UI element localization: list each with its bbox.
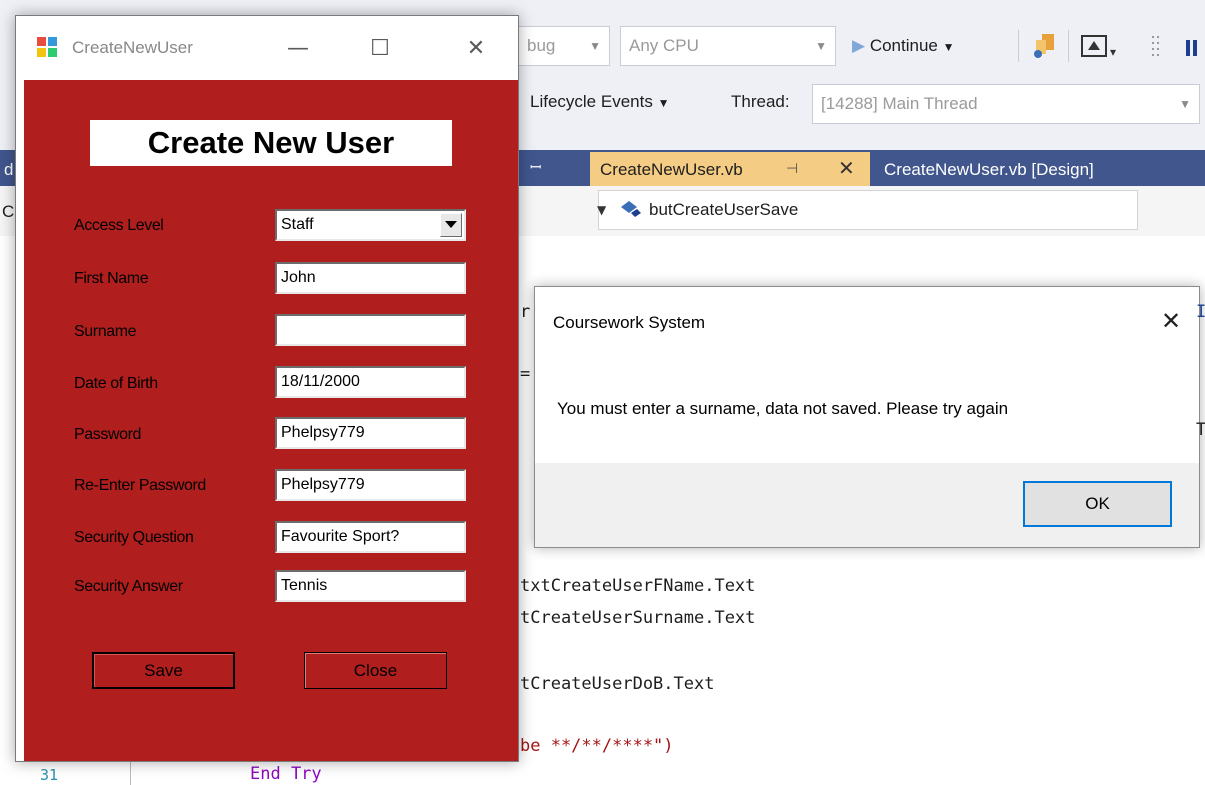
continue-label: Continue <box>869 36 938 55</box>
password-input[interactable] <box>275 417 466 449</box>
surname-input[interactable] <box>275 314 466 346</box>
surname-label: Surname <box>74 323 137 340</box>
minimize-button[interactable]: — <box>268 20 328 76</box>
message-box-close-button[interactable]: ✕ <box>1151 301 1191 341</box>
form-body: Create New User Access Level Staff First… <box>24 80 518 761</box>
code-fragment: I <box>1196 302 1205 322</box>
reenter-password-label: Re-Enter Password <box>74 477 206 494</box>
lifecycle-events-button[interactable]: Lifecycle Events ▼ <box>530 92 669 112</box>
method-icon <box>617 197 643 223</box>
close-button[interactable]: Close <box>304 652 447 689</box>
code-string-line: be **/**/****") <box>520 736 674 756</box>
access-level-select[interactable]: Staff <box>275 209 466 241</box>
code-line: txtCreateUserFName.Text <box>520 576 756 596</box>
svg-text:▾: ▾ <box>1110 45 1116 59</box>
method-name: butCreateUserSave <box>649 200 799 219</box>
security-answer-input[interactable] <box>275 570 466 602</box>
solution-config-combo[interactable]: bug ▼ <box>518 26 610 66</box>
maximize-icon: ☐ <box>370 35 390 61</box>
message-box-footer: OK <box>535 463 1199 547</box>
code-line: tCreateUserSurname.Text <box>520 608 756 628</box>
security-answer-label: Security Answer <box>74 578 183 595</box>
left-panel-fragment: C <box>2 202 15 221</box>
security-question-input[interactable] <box>275 521 466 553</box>
ok-button[interactable]: OK <box>1023 481 1172 527</box>
window-title: CreateNewUser <box>72 38 193 57</box>
code-fragment: = <box>520 364 531 384</box>
reenter-password-input[interactable] <box>275 469 466 501</box>
message-text: You must enter a surname, data not saved… <box>557 399 1009 418</box>
close-window-button[interactable]: ✕ <box>446 20 506 76</box>
close-tab-icon[interactable]: ✕ <box>838 156 855 181</box>
close-icon: ✕ <box>1160 307 1182 335</box>
close-icon: ✕ <box>466 35 486 61</box>
dob-label: Date of Birth <box>74 375 158 392</box>
ide-menu-strip <box>0 0 1205 14</box>
method-combo[interactable]: ▼ butCreateUserSave <box>597 190 1138 230</box>
code-fragment: T <box>1196 420 1205 440</box>
exception-settings-icon[interactable] <box>1030 32 1060 60</box>
security-question-label: Security Question <box>74 529 194 546</box>
solution-config-value: bug <box>527 36 556 55</box>
chevron-down-icon: ▼ <box>597 203 607 217</box>
toolbar-separator <box>1068 30 1069 62</box>
app-icon <box>36 36 58 58</box>
toolbar-separator <box>1018 30 1019 62</box>
message-box-title: Coursework System <box>553 313 706 332</box>
password-label: Password <box>74 426 142 443</box>
first-name-label: First Name <box>74 270 149 287</box>
tab-createnewuser-design[interactable]: CreateNewUser.vb [Design] <box>884 160 1094 180</box>
dropdown-button[interactable] <box>440 213 462 237</box>
access-level-label: Access Level <box>74 217 164 234</box>
chevron-down-icon <box>445 221 457 228</box>
message-box: Coursework System ✕ You must enter a sur… <box>534 286 1200 548</box>
chevron-down-icon: ▼ <box>815 39 827 53</box>
code-fragment: r <box>520 302 531 322</box>
minimize-icon: — <box>287 35 309 61</box>
maximize-button[interactable]: ☐ <box>350 20 410 76</box>
thread-combo[interactable]: [14288] Main Thread ▼ <box>812 84 1200 124</box>
chevron-down-icon: ▼ <box>657 96 670 110</box>
window-title-bar[interactable]: CreateNewUser — ☐ ✕ <box>16 16 518 80</box>
show-next-statement-icon[interactable]: ▾ <box>1080 32 1120 60</box>
form-heading: Create New User <box>90 120 452 166</box>
line-number: 31 <box>40 766 59 784</box>
chevron-down-icon: ▼ <box>589 39 601 53</box>
play-icon: ▶ <box>852 36 866 55</box>
create-new-user-window: CreateNewUser — ☐ ✕ Create New User Acce… <box>15 15 519 762</box>
save-button[interactable]: Save <box>92 652 235 689</box>
tab-label: CreateNewUser.vb <box>600 160 743 179</box>
thread-label: Thread: <box>731 92 790 111</box>
thread-value: [14288] Main Thread <box>821 94 978 113</box>
platform-value: Any CPU <box>629 36 699 55</box>
tab-createnewuser-vb[interactable]: CreateNewUser.vb ⊣ ✕ <box>590 152 870 186</box>
gutter-divider <box>130 760 131 785</box>
platform-combo[interactable]: Any CPU ▼ <box>620 26 836 66</box>
chevron-down-icon: ▼ <box>942 40 955 54</box>
continue-button[interactable]: ▶ Continue ▼ <box>852 36 955 56</box>
lifecycle-events-label: Lifecycle Events <box>530 92 653 111</box>
left-panel-fragment: d <box>4 160 14 179</box>
chevron-down-icon: ▼ <box>1179 97 1191 111</box>
toolbar-gripper-icon <box>1150 34 1164 60</box>
code-line: tCreateUserDoB.Text <box>520 674 715 694</box>
code-end-try: End Try <box>250 764 322 784</box>
pin-icon[interactable]: ꟷ <box>530 158 541 177</box>
pin-icon[interactable]: ⊣ <box>786 160 798 177</box>
pause-icon[interactable] <box>1184 38 1200 60</box>
access-level-value: Staff <box>281 216 314 233</box>
dob-input[interactable] <box>275 366 466 398</box>
first-name-input[interactable] <box>275 262 466 294</box>
